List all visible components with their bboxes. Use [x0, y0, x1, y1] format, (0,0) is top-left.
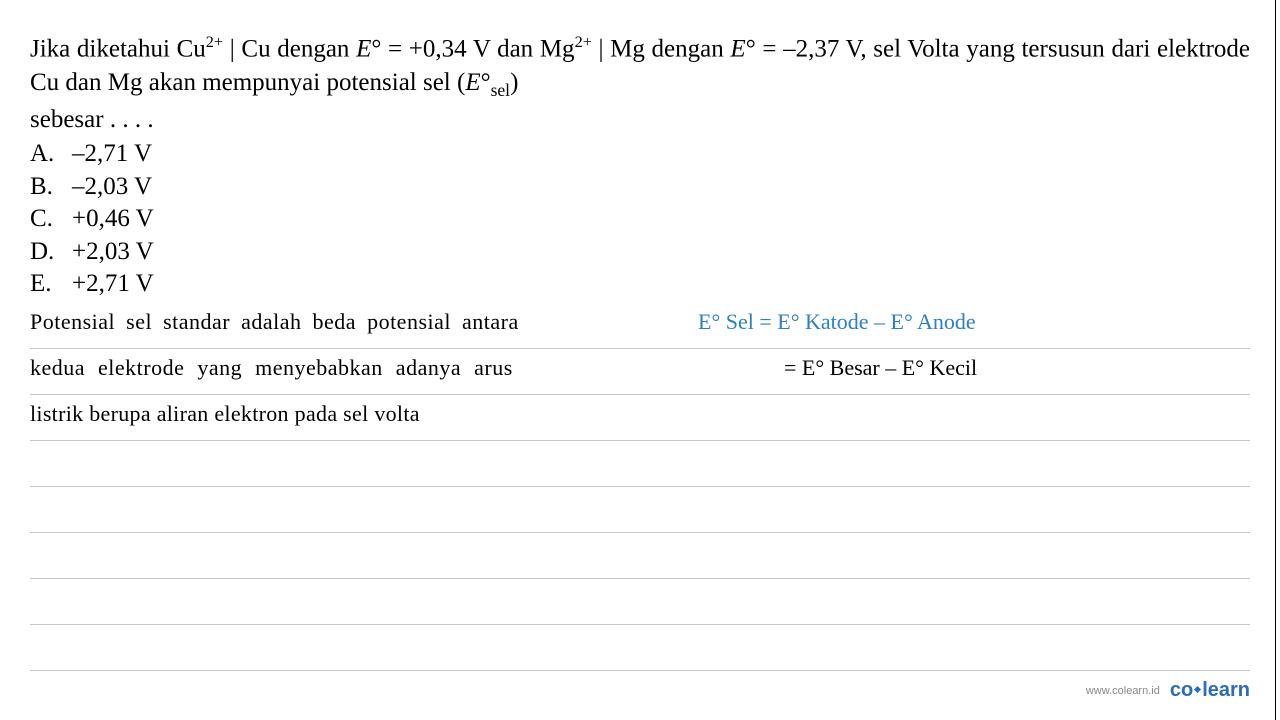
option-text: –2,71 V — [72, 138, 152, 171]
brand-dot-icon — [1194, 686, 1201, 693]
footer-brand: colearn — [1170, 679, 1250, 702]
q-sup: 2+ — [206, 33, 223, 51]
brand-learn: learn — [1202, 679, 1250, 701]
option-b: B. –2,03 V — [30, 171, 1250, 204]
q-E: E — [730, 35, 745, 62]
ruled-line — [30, 349, 1250, 395]
q-E: E — [465, 69, 480, 96]
option-text: –2,03 V — [72, 171, 152, 204]
option-text: +2,03 V — [72, 236, 154, 269]
options-list: A. –2,71 V B. –2,03 V C. +0,46 V D. +2,0… — [30, 138, 1250, 301]
ruled-line — [30, 533, 1250, 579]
option-letter: C. — [30, 203, 72, 236]
option-text: +0,46 V — [72, 203, 154, 236]
q-deg: ° — [746, 35, 756, 62]
ruled-line — [30, 441, 1250, 487]
q-part: | Mg dengan — [592, 35, 731, 62]
q-deg: ° — [371, 35, 381, 62]
ruled-line — [30, 395, 1250, 441]
q-sup: 2+ — [575, 33, 592, 51]
q-part: | Cu dengan — [223, 35, 356, 62]
ruled-line — [30, 625, 1250, 671]
right-border — [1275, 0, 1276, 720]
q-part: = +0,34 V dan Mg — [381, 35, 574, 62]
brand-co: co — [1170, 679, 1193, 701]
footer: www.colearn.id colearn — [1086, 679, 1250, 702]
option-letter: A. — [30, 138, 72, 171]
q-part: = –2,37 V, sel — [756, 35, 901, 62]
notes-area: Potensial sel standar adalah beda potens… — [30, 303, 1250, 671]
ruled-line — [30, 487, 1250, 533]
option-letter: D. — [30, 236, 72, 269]
option-text: +2,71 V — [72, 268, 154, 301]
option-letter: B. — [30, 171, 72, 204]
q-part: Jika diketahui Cu — [30, 35, 206, 62]
q-E: E — [356, 35, 371, 62]
option-letter: E. — [30, 268, 72, 301]
ruled-line — [30, 579, 1250, 625]
ruled-line — [30, 303, 1250, 349]
option-c: C. +0,46 V — [30, 203, 1250, 236]
q-part: ) — [510, 69, 518, 96]
option-d: D. +2,03 V — [30, 236, 1250, 269]
option-e: E. +2,71 V — [30, 268, 1250, 301]
content-area: Jika diketahui Cu2+ | Cu dengan E° = +0,… — [0, 0, 1280, 671]
q-line3: sebesar . . . . — [30, 106, 154, 133]
option-a: A. –2,71 V — [30, 138, 1250, 171]
q-deg: ° — [481, 69, 491, 96]
q-sub: sel — [491, 80, 510, 100]
footer-url: www.colearn.id — [1086, 685, 1160, 697]
question-text: Jika diketahui Cu2+ | Cu dengan E° = +0,… — [30, 32, 1250, 136]
